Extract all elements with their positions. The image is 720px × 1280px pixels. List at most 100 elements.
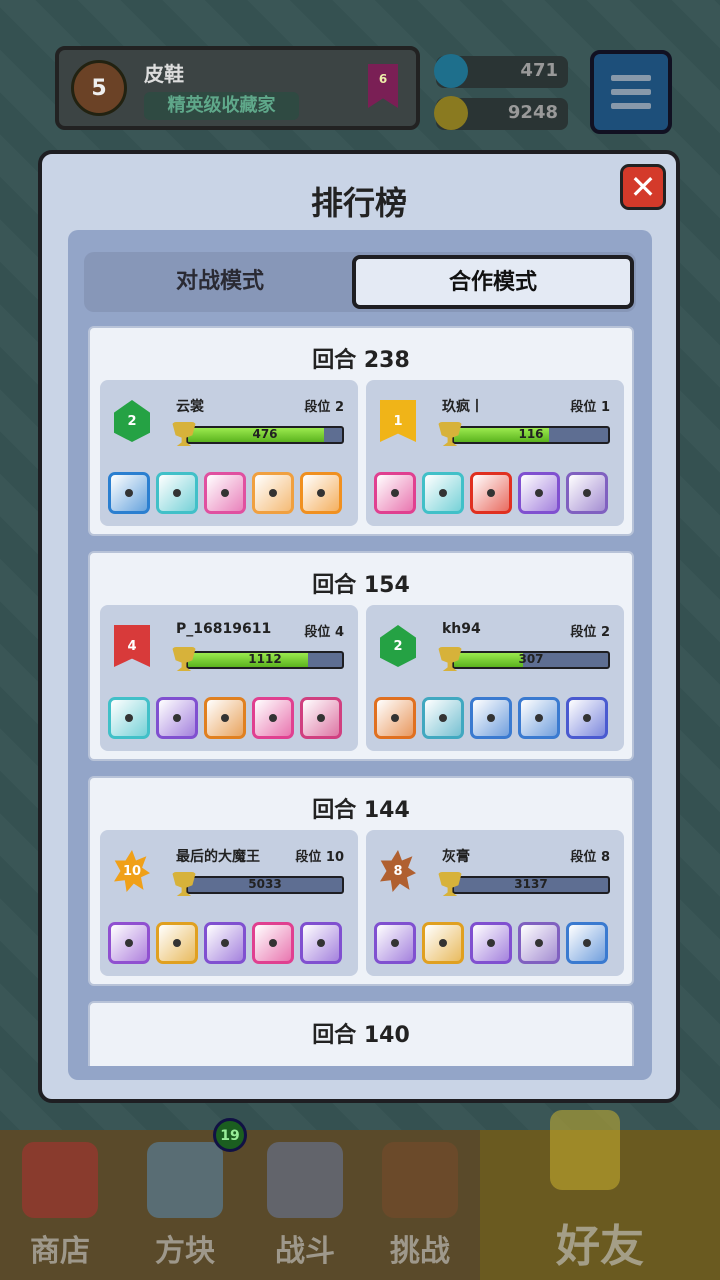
friends-icon [550,1110,620,1190]
nav-cube[interactable]: 方块 [125,1130,245,1280]
player-card[interactable]: 1 玖疯丨 段位 1 116 [366,380,624,526]
profile-panel[interactable]: 5 皮鞋 精英级收藏家 6 [55,46,420,130]
shop-icon [22,1142,98,1218]
tier-label: 段位 8 [570,850,610,865]
gem-icon [434,54,468,88]
nav-friends[interactable]: 好友 [480,1110,720,1280]
dice-icon[interactable] [108,922,150,964]
dice-icon[interactable] [566,697,608,739]
dice-icon[interactable] [300,697,342,739]
round-label: 回合 140 [312,1023,410,1048]
leaderboard-entry: 回合 140 [88,1001,634,1066]
tier-label: 段位 4 [304,625,344,640]
leaderboard-panel: 对战模式 合作模式 回合 238 2 云裳 段位 2 476 1 玖疯丨 段位 1 116 回合 … [68,230,652,1080]
nav-shop[interactable]: 商店 [0,1130,120,1280]
round-label: 回合 238 [312,348,410,373]
player-card[interactable]: 2 云裳 段位 2 476 [100,380,358,526]
gem-count: 471 [520,60,558,81]
leaderboard-list[interactable]: 回合 238 2 云裳 段位 2 476 1 玖疯丨 段位 1 116 回合 154 4 P_1681… [88,326,634,1066]
dice-icon[interactable] [300,922,342,964]
tier-label: 段位 1 [570,400,610,415]
player-name: P_16819611 [176,621,272,637]
dice-icon[interactable] [374,697,416,739]
dice-icon[interactable] [252,472,294,514]
nav-challenge[interactable]: 挑战 [360,1130,480,1280]
score-value: 1112 [248,652,282,666]
nav-label: 商店 [30,1234,90,1269]
player-name: 云裳 [176,399,204,415]
score-value: 307 [518,652,544,666]
dice-icon[interactable] [422,922,464,964]
nav-label: 方块 [155,1234,215,1269]
player-card[interactable]: 8 灰膏 段位 8 3137 [366,830,624,976]
tab-versus-mode[interactable]: 对战模式 [84,252,356,312]
menu-button[interactable] [590,50,672,134]
dice-icon[interactable] [374,922,416,964]
dice-icon[interactable] [518,922,560,964]
rank-flag-icon: 6 [368,64,398,108]
player-title: 精英级收藏家 [144,92,299,120]
gem-counter: 471 [434,54,568,88]
tier-label: 段位 10 [295,850,344,865]
score-bar: 307 [452,651,610,669]
dice-icon[interactable] [108,697,150,739]
nav-label: 挑战 [390,1234,450,1269]
score-value: 476 [252,427,278,441]
dice-icon[interactable] [374,472,416,514]
dice-icon[interactable] [204,922,246,964]
score-bar: 3137 [452,876,610,894]
dice-icon[interactable] [566,922,608,964]
dice-icon[interactable] [156,472,198,514]
dice-deck [374,922,618,968]
rank-badge-icon: 1 [380,400,416,442]
dice-deck [108,472,352,518]
dice-icon[interactable] [470,697,512,739]
challenge-icon [382,1142,458,1218]
dice-deck [374,697,618,743]
dice-deck [374,472,618,518]
player-card[interactable]: 2 kh94 段位 2 307 [366,605,624,751]
rank-badge-icon: 2 [114,400,150,442]
player-name: 最后的大魔王 [176,849,260,865]
coin-count: 9248 [507,102,558,123]
dice-icon[interactable] [156,922,198,964]
round-label: 回合 154 [312,573,410,598]
tab-coop-mode[interactable]: 合作模式 [352,255,634,309]
player-card[interactable]: 10 最后的大魔王 段位 10 5033 [100,830,358,976]
rank-badge-icon: 8 [380,850,416,892]
dice-icon[interactable] [204,697,246,739]
nav-battle[interactable]: 战斗 [245,1130,365,1280]
dice-icon[interactable] [518,472,560,514]
level-badge: 5 [71,60,127,116]
player-card[interactable]: 4 P_16819611 段位 4 1112 [100,605,358,751]
dice-icon[interactable] [252,922,294,964]
score-bar: 5033 [186,876,344,894]
score-bar: 476 [186,426,344,444]
dice-icon[interactable] [566,472,608,514]
close-button[interactable]: ✕ [620,164,666,210]
dice-icon[interactable] [204,472,246,514]
dice-icon[interactable] [156,697,198,739]
tier-label: 段位 2 [304,400,344,415]
leaderboard-modal: 排行榜 ✕ 对战模式 合作模式 回合 238 2 云裳 段位 2 476 1 玖疯丨 段位 1… [38,150,680,1103]
dice-icon[interactable] [518,697,560,739]
close-icon: ✕ [629,168,657,206]
dice-deck [108,922,352,968]
battle-icon [267,1142,343,1218]
dice-icon[interactable] [470,922,512,964]
mode-tabs: 对战模式 合作模式 [84,252,636,312]
score-value: 5033 [248,877,282,891]
dice-icon[interactable] [108,472,150,514]
round-label: 回合 144 [312,798,410,823]
nav-label: 战斗 [275,1234,335,1269]
dice-icon[interactable] [300,472,342,514]
dice-icon[interactable] [422,697,464,739]
coin-icon [434,96,468,130]
score-bar: 1112 [186,651,344,669]
dice-icon[interactable] [252,697,294,739]
rank-badge-icon: 10 [114,850,150,892]
dice-icon[interactable] [470,472,512,514]
score-bar: 116 [452,426,610,444]
dice-icon[interactable] [422,472,464,514]
leaderboard-entry: 回合 154 4 P_16819611 段位 4 1112 2 kh94 段位 2 307 [88,551,634,761]
